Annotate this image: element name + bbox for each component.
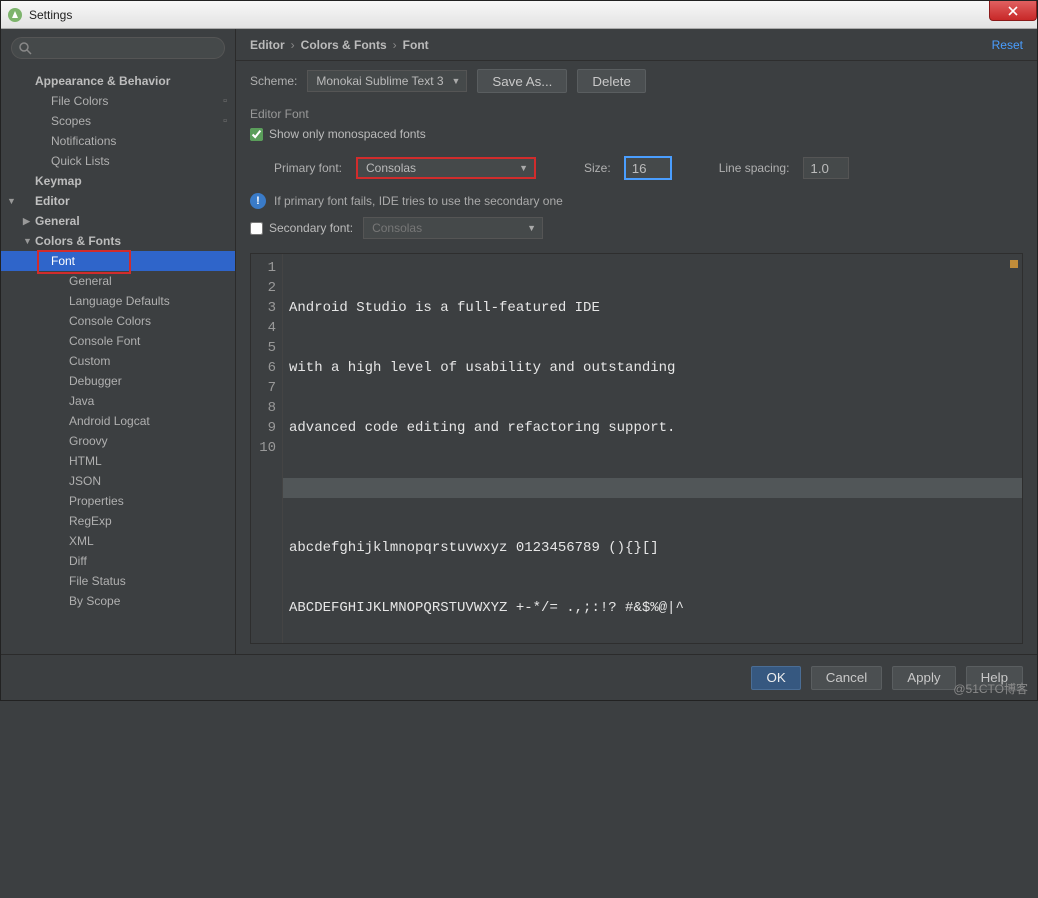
breadcrumb-sep: ›	[291, 38, 295, 52]
app-icon	[7, 7, 23, 23]
font-preview-editor[interactable]: 12345678910 Android Studio is a full-fea…	[250, 253, 1023, 644]
preview-line	[289, 778, 1016, 798]
tree-properties[interactable]: Properties	[1, 491, 235, 511]
secondary-font-checkbox[interactable]: Secondary font:	[250, 221, 353, 235]
tree-xml[interactable]: XML	[1, 531, 235, 551]
tree-regexp[interactable]: RegExp	[1, 511, 235, 531]
chevron-right-icon: ▶	[23, 216, 30, 227]
search-icon	[18, 41, 32, 55]
tree-notifications[interactable]: Notifications	[1, 131, 235, 151]
search-input[interactable]	[11, 37, 225, 59]
info-icon: !	[250, 193, 266, 209]
chevron-down-icon: ▼	[7, 196, 16, 206]
info-text: If primary font fails, IDE tries to use …	[274, 194, 563, 208]
breadcrumb-font: Font	[403, 38, 429, 52]
tree-json[interactable]: JSON	[1, 471, 235, 491]
close-icon	[1008, 6, 1018, 16]
watermark: @51CTO博客	[953, 680, 1028, 697]
preview-line	[289, 658, 1016, 678]
settings-tree[interactable]: Appearance & Behavior File Colors▫ Scope…	[1, 67, 235, 654]
show-monospaced-checkbox[interactable]: Show only monospaced fonts	[250, 127, 426, 141]
line-spacing-input[interactable]	[803, 157, 849, 179]
tree-scopes[interactable]: Scopes▫	[1, 111, 235, 131]
preview-line: advanced code editing and refactoring su…	[289, 418, 1016, 438]
primary-font-combo[interactable]: Consolas ▼	[356, 157, 536, 179]
window-title: Settings	[29, 8, 72, 22]
project-icon: ▫	[223, 115, 227, 127]
preview-line: with a high level of usability and outst…	[289, 358, 1016, 378]
tree-editor[interactable]: ▼Editor	[1, 191, 235, 211]
chevron-down-icon: ▼	[519, 163, 528, 173]
tree-console-colors[interactable]: Console Colors	[1, 311, 235, 331]
save-as-button[interactable]: Save As...	[477, 69, 567, 93]
tree-cf-general[interactable]: General	[1, 271, 235, 291]
preview-line: abcdefghijklmnopqrstuvwxyz 0123456789 ()…	[289, 538, 1016, 558]
scheme-combo[interactable]: Monokai Sublime Text 3 ▼	[307, 70, 467, 92]
window-close-button[interactable]	[989, 1, 1037, 21]
tree-by-scope[interactable]: By Scope	[1, 591, 235, 611]
tree-groovy[interactable]: Groovy	[1, 431, 235, 451]
tree-file-status[interactable]: File Status	[1, 571, 235, 591]
line-spacing-label: Line spacing:	[719, 161, 790, 175]
chevron-down-icon: ▼	[23, 236, 32, 246]
reset-link[interactable]: Reset	[992, 38, 1023, 52]
preview-line: Android Studio is a full-featured IDE	[289, 298, 1016, 318]
tree-java[interactable]: Java	[1, 391, 235, 411]
chevron-down-icon: ▼	[527, 223, 536, 233]
size-label: Size:	[584, 161, 611, 175]
tree-editor-general[interactable]: ▶General	[1, 211, 235, 231]
tree-debugger[interactable]: Debugger	[1, 371, 235, 391]
preview-line-current	[283, 478, 1022, 498]
secondary-font-combo: Consolas ▼	[363, 217, 543, 239]
editor-font-section: Editor Font	[236, 101, 1037, 123]
titlebar: Settings	[1, 1, 1037, 29]
breadcrumb: Editor › Colors & Fonts › Font Reset	[236, 29, 1037, 61]
editor-gutter: 12345678910	[251, 254, 283, 643]
delete-button[interactable]: Delete	[577, 69, 646, 93]
tree-keymap[interactable]: Keymap	[1, 171, 235, 191]
content-panel: Editor › Colors & Fonts › Font Reset Sch…	[236, 29, 1037, 654]
preview-line: ABCDEFGHIJKLMNOPQRSTUVWXYZ +-*/= .,;:!? …	[289, 598, 1016, 618]
tree-html[interactable]: HTML	[1, 451, 235, 471]
tree-console-font[interactable]: Console Font	[1, 331, 235, 351]
secondary-font-input[interactable]	[250, 222, 263, 235]
tree-quick-lists[interactable]: Quick Lists	[1, 151, 235, 171]
tree-language-defaults[interactable]: Language Defaults	[1, 291, 235, 311]
breadcrumb-sep: ›	[393, 38, 397, 52]
tree-font[interactable]: Font	[1, 251, 235, 271]
preview-line	[289, 718, 1016, 738]
tree-file-colors[interactable]: File Colors▫	[1, 91, 235, 111]
show-monospaced-input[interactable]	[250, 128, 263, 141]
size-input[interactable]	[625, 157, 671, 179]
breadcrumb-colors-fonts[interactable]: Colors & Fonts	[301, 38, 387, 52]
chevron-down-icon: ▼	[451, 76, 460, 86]
tree-appearance-behavior[interactable]: Appearance & Behavior	[1, 71, 235, 91]
project-icon: ▫	[223, 95, 227, 107]
tree-diff[interactable]: Diff	[1, 551, 235, 571]
editor-marker	[1010, 260, 1018, 268]
tree-custom[interactable]: Custom	[1, 351, 235, 371]
primary-font-label: Primary font:	[274, 161, 342, 175]
preview-line	[289, 838, 1016, 858]
scheme-label: Scheme:	[250, 74, 297, 88]
editor-code[interactable]: Android Studio is a full-featured IDE wi…	[283, 254, 1022, 643]
settings-sidebar: Appearance & Behavior File Colors▫ Scope…	[1, 29, 236, 654]
tree-android-logcat[interactable]: Android Logcat	[1, 411, 235, 431]
breadcrumb-editor[interactable]: Editor	[250, 38, 285, 52]
tree-colors-fonts[interactable]: ▼Colors & Fonts	[1, 231, 235, 251]
